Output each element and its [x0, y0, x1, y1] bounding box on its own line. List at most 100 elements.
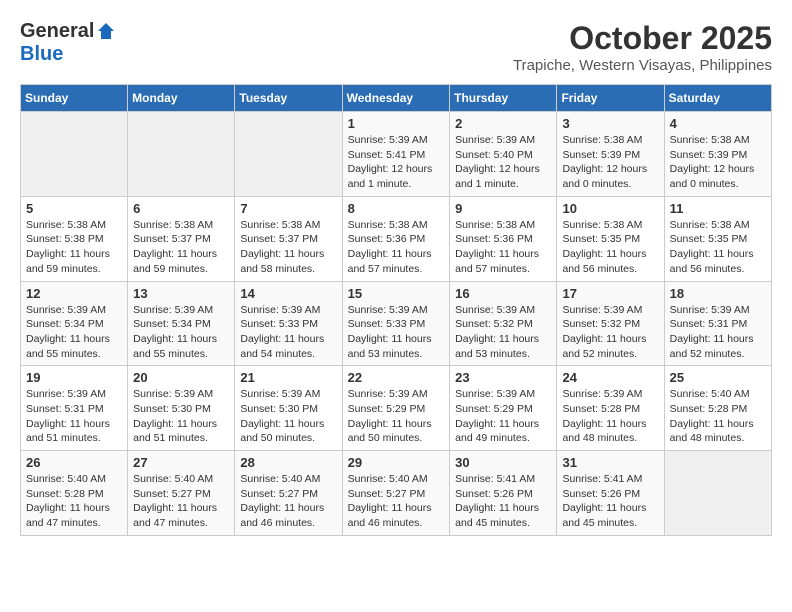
day-number: 6	[133, 201, 229, 216]
day-number: 27	[133, 455, 229, 470]
day-info: Sunrise: 5:39 AMSunset: 5:33 PMDaylight:…	[348, 303, 445, 362]
day-info: Sunrise: 5:38 AMSunset: 5:35 PMDaylight:…	[562, 218, 658, 277]
day-info: Sunrise: 5:38 AMSunset: 5:39 PMDaylight:…	[562, 133, 658, 192]
day-number: 3	[562, 116, 658, 131]
day-info: Sunrise: 5:39 AMSunset: 5:40 PMDaylight:…	[455, 133, 551, 192]
calendar-cell: 24Sunrise: 5:39 AMSunset: 5:28 PMDayligh…	[557, 366, 664, 451]
day-info: Sunrise: 5:40 AMSunset: 5:27 PMDaylight:…	[348, 472, 445, 531]
day-info: Sunrise: 5:39 AMSunset: 5:34 PMDaylight:…	[26, 303, 122, 362]
day-number: 24	[562, 370, 658, 385]
calendar-cell: 5 Sunrise: 5:38 AMSunset: 5:38 PMDaylight…	[21, 196, 128, 281]
day-info: Sunrise: 5:39 AMSunset: 5:30 PMDaylight:…	[133, 387, 229, 446]
day-number: 19	[26, 370, 122, 385]
day-number: 26	[26, 455, 122, 470]
day-info: Sunrise: 5:39 AMSunset: 5:33 PMDaylight:…	[240, 303, 336, 362]
calendar-cell	[21, 112, 128, 197]
calendar-cell: 9Sunrise: 5:38 AMSunset: 5:36 PMDaylight…	[450, 196, 557, 281]
day-info: Sunrise: 5:41 AMSunset: 5:26 PMDaylight:…	[455, 472, 551, 531]
calendar-week-1: 1 Sunrise: 5:39 AMSunset: 5:41 PMDaylight…	[21, 112, 772, 197]
day-number: 29	[348, 455, 445, 470]
calendar-cell: 17 Sunrise: 5:39 AMSunset: 5:32 PMDayligh…	[557, 281, 664, 366]
day-header-row: SundayMondayTuesdayWednesdayThursdayFrid…	[21, 85, 772, 112]
calendar-cell: 19Sunrise: 5:39 AMSunset: 5:31 PMDayligh…	[21, 366, 128, 451]
day-number: 10	[562, 201, 658, 216]
day-number: 11	[670, 201, 766, 216]
calendar-week-3: 12Sunrise: 5:39 AMSunset: 5:34 PMDayligh…	[21, 281, 772, 366]
day-info: Sunrise: 5:40 AMSunset: 5:28 PMDaylight:…	[26, 472, 122, 531]
logo-general: General	[20, 20, 94, 43]
calendar-cell: 18Sunrise: 5:39 AMSunset: 5:31 PMDayligh…	[664, 281, 771, 366]
day-info: Sunrise: 5:40 AMSunset: 5:27 PMDaylight:…	[240, 472, 336, 531]
day-number: 13	[133, 286, 229, 301]
calendar-cell: 4 Sunrise: 5:38 AMSunset: 5:39 PMDaylight…	[664, 112, 771, 197]
calendar-cell: 23Sunrise: 5:39 AMSunset: 5:29 PMDayligh…	[450, 366, 557, 451]
calendar-cell: 29 Sunrise: 5:40 AMSunset: 5:27 PMDayligh…	[342, 451, 450, 536]
day-number: 5	[26, 201, 122, 216]
calendar-cell: 12Sunrise: 5:39 AMSunset: 5:34 PMDayligh…	[21, 281, 128, 366]
calendar-header: SundayMondayTuesdayWednesdayThursdayFrid…	[21, 85, 772, 112]
day-number: 15	[348, 286, 445, 301]
page-subtitle: Trapiche, Western Visayas, Philippines	[513, 57, 772, 74]
calendar-cell: 28 Sunrise: 5:40 AMSunset: 5:27 PMDayligh…	[235, 451, 342, 536]
day-info: Sunrise: 5:39 AMSunset: 5:32 PMDaylight:…	[562, 303, 658, 362]
day-info: Sunrise: 5:40 AMSunset: 5:28 PMDaylight:…	[670, 387, 766, 446]
calendar-cell	[235, 112, 342, 197]
calendar-cell: 22 Sunrise: 5:39 AMSunset: 5:29 PMDayligh…	[342, 366, 450, 451]
day-info: Sunrise: 5:38 AMSunset: 5:36 PMDaylight:…	[348, 218, 445, 277]
day-info: Sunrise: 5:38 AMSunset: 5:37 PMDaylight:…	[240, 218, 336, 277]
day-info: Sunrise: 5:38 AMSunset: 5:35 PMDaylight:…	[670, 218, 766, 277]
day-number: 21	[240, 370, 336, 385]
calendar-week-5: 26 Sunrise: 5:40 AMSunset: 5:28 PMDayligh…	[21, 451, 772, 536]
day-number: 31	[562, 455, 658, 470]
day-number: 28	[240, 455, 336, 470]
logo-blue: Blue	[20, 43, 63, 66]
day-number: 4	[670, 116, 766, 131]
day-info: Sunrise: 5:39 AMSunset: 5:41 PMDaylight:…	[348, 133, 445, 192]
calendar-cell: 15 Sunrise: 5:39 AMSunset: 5:33 PMDayligh…	[342, 281, 450, 366]
day-number: 14	[240, 286, 336, 301]
day-info: Sunrise: 5:39 AMSunset: 5:30 PMDaylight:…	[240, 387, 336, 446]
day-info: Sunrise: 5:38 AMSunset: 5:37 PMDaylight:…	[133, 218, 229, 277]
day-number: 8	[348, 201, 445, 216]
day-of-week-sunday: Sunday	[21, 85, 128, 112]
day-number: 30	[455, 455, 551, 470]
calendar-cell: 3 Sunrise: 5:38 AMSunset: 5:39 PMDaylight…	[557, 112, 664, 197]
day-number: 1	[348, 116, 445, 131]
calendar-cell: 2 Sunrise: 5:39 AMSunset: 5:40 PMDaylight…	[450, 112, 557, 197]
day-of-week-tuesday: Tuesday	[235, 85, 342, 112]
day-number: 2	[455, 116, 551, 131]
day-of-week-wednesday: Wednesday	[342, 85, 450, 112]
day-info: Sunrise: 5:38 AMSunset: 5:39 PMDaylight:…	[670, 133, 766, 192]
calendar-cell: 6 Sunrise: 5:38 AMSunset: 5:37 PMDaylight…	[128, 196, 235, 281]
calendar-cell: 14 Sunrise: 5:39 AMSunset: 5:33 PMDayligh…	[235, 281, 342, 366]
day-info: Sunrise: 5:39 AMSunset: 5:29 PMDaylight:…	[348, 387, 445, 446]
logo: General Blue	[20, 20, 116, 66]
day-info: Sunrise: 5:39 AMSunset: 5:34 PMDaylight:…	[133, 303, 229, 362]
day-of-week-thursday: Thursday	[450, 85, 557, 112]
day-info: Sunrise: 5:41 AMSunset: 5:26 PMDaylight:…	[562, 472, 658, 531]
day-info: Sunrise: 5:40 AMSunset: 5:27 PMDaylight:…	[133, 472, 229, 531]
calendar-cell: 13 Sunrise: 5:39 AMSunset: 5:34 PMDayligh…	[128, 281, 235, 366]
day-of-week-monday: Monday	[128, 85, 235, 112]
day-number: 22	[348, 370, 445, 385]
calendar-cell	[664, 451, 771, 536]
calendar-cell: 31 Sunrise: 5:41 AMSunset: 5:26 PMDayligh…	[557, 451, 664, 536]
day-number: 18	[670, 286, 766, 301]
logo-icon	[96, 21, 116, 41]
calendar-cell: 1 Sunrise: 5:39 AMSunset: 5:41 PMDaylight…	[342, 112, 450, 197]
day-info: Sunrise: 5:38 AMSunset: 5:38 PMDaylight:…	[26, 218, 122, 277]
title-area: October 2025 Trapiche, Western Visayas, …	[513, 20, 772, 74]
calendar-week-2: 5 Sunrise: 5:38 AMSunset: 5:38 PMDaylight…	[21, 196, 772, 281]
day-number: 20	[133, 370, 229, 385]
calendar-cell: 11 Sunrise: 5:38 AMSunset: 5:35 PMDayligh…	[664, 196, 771, 281]
calendar-cell: 20 Sunrise: 5:39 AMSunset: 5:30 PMDayligh…	[128, 366, 235, 451]
day-number: 25	[670, 370, 766, 385]
page-title: October 2025	[513, 20, 772, 57]
calendar-cell	[128, 112, 235, 197]
day-number: 17	[562, 286, 658, 301]
calendar-cell: 8 Sunrise: 5:38 AMSunset: 5:36 PMDaylight…	[342, 196, 450, 281]
day-info: Sunrise: 5:38 AMSunset: 5:36 PMDaylight:…	[455, 218, 551, 277]
calendar-body: 1 Sunrise: 5:39 AMSunset: 5:41 PMDaylight…	[21, 112, 772, 536]
calendar-cell: 10 Sunrise: 5:38 AMSunset: 5:35 PMDayligh…	[557, 196, 664, 281]
header: General Blue October 2025 Trapiche, West…	[20, 20, 772, 74]
